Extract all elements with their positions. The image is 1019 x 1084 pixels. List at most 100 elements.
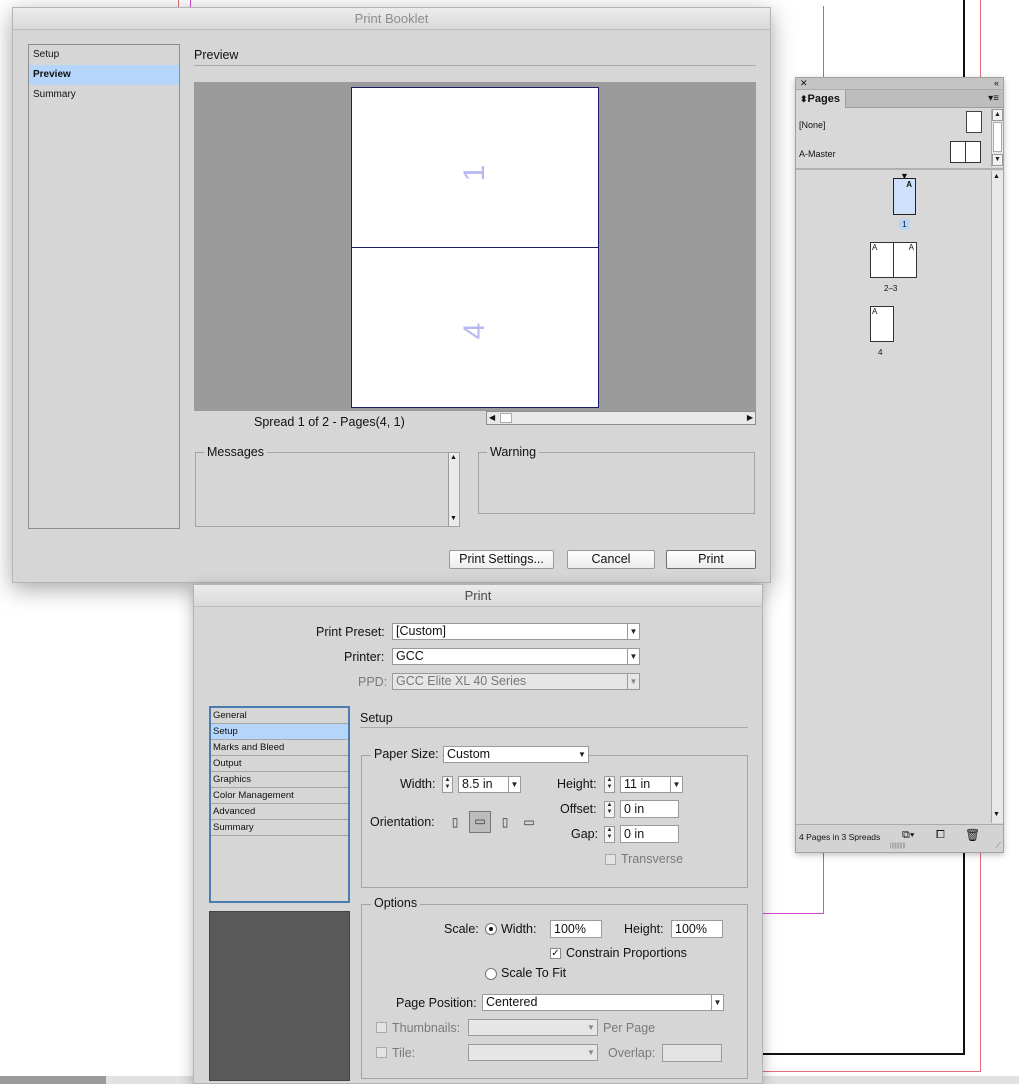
nav-item-advanced[interactable]: Advanced (211, 804, 348, 820)
offset-stepper[interactable]: ▲ ▼ (604, 801, 615, 818)
constrain-proportions-checkbox[interactable]: ✓ (550, 948, 561, 959)
print-dialog: Print Print Preset: [Custom] ▼ Printer: … (193, 584, 763, 1084)
print-nav-list: General Setup Marks and Bleed Output Gra… (209, 706, 350, 903)
page-thumbnail-1[interactable]: A (893, 178, 916, 215)
gap-field[interactable]: 0 in (620, 825, 679, 843)
scroll-down-icon[interactable]: ▼ (450, 515, 457, 522)
chevron-down-icon: ▼ (627, 624, 639, 639)
master-item-a-master[interactable]: A-Master (796, 139, 991, 167)
width-stepper[interactable]: ▲ ▼ (442, 776, 453, 793)
scale-width-field[interactable]: 100% (550, 920, 602, 938)
document-page-edge (963, 0, 965, 80)
document-bleed-line (763, 1071, 981, 1072)
thumbnails-label: Thumbnails: (392, 1021, 461, 1035)
panel-menu-icon[interactable]: ▾≡ (988, 93, 999, 104)
offset-field[interactable]: 0 in (620, 800, 679, 818)
master-name: [None] (799, 120, 826, 130)
edit-page-size-icon[interactable]: ⧉▾ (902, 829, 914, 842)
nav-item-color-management[interactable]: Color Management (211, 788, 348, 804)
messages-label: Messages (204, 445, 267, 459)
gap-label: Gap: (571, 827, 599, 841)
nav-item-summary[interactable]: Summary (211, 820, 348, 836)
gap-stepper[interactable]: ▲ ▼ (604, 826, 615, 843)
page-thumbnail-4[interactable]: A (870, 306, 894, 342)
scroll-thumb[interactable] (500, 413, 512, 423)
page-label: 2–3 (884, 284, 898, 293)
reverse-landscape-icon[interactable]: ▭ (519, 812, 539, 832)
collapse-icon[interactable]: « (994, 78, 999, 88)
nav-item-output[interactable]: Output (211, 756, 348, 772)
tile-checkbox[interactable] (376, 1047, 387, 1058)
printer-value: GCC (396, 649, 424, 663)
page-thumbnail-3[interactable]: A (893, 242, 917, 278)
tab-pages[interactable]: ⬍Pages (796, 90, 846, 108)
warning-label: Warning (487, 445, 540, 459)
height-select[interactable]: 11 in ▼ (620, 776, 683, 793)
scroll-up-icon[interactable]: ▲ (993, 173, 1000, 180)
nav-item-graphics[interactable]: Graphics (211, 772, 348, 788)
nav-item-setup[interactable]: Setup (29, 45, 179, 65)
chevron-down-icon: ▼ (670, 777, 682, 792)
print-preset-select[interactable]: [Custom] ▼ (392, 623, 640, 640)
scale-width-label: Width: (501, 922, 537, 936)
master-name: A-Master (799, 149, 836, 159)
paper-size-label: Paper Size: (371, 747, 442, 761)
scroll-thumb[interactable] (993, 122, 1002, 152)
scroll-up-icon[interactable]: ▲ (450, 454, 457, 461)
paper-size-select[interactable]: Custom ▼ (443, 746, 589, 763)
width-select[interactable]: 8.5 in ▼ (458, 776, 521, 793)
print-settings-button[interactable]: Print Settings... (449, 550, 554, 569)
reverse-portrait-icon[interactable]: ▯ (495, 812, 515, 832)
nav-item-general[interactable]: General (211, 708, 348, 724)
ppd-select[interactable]: GCC Elite XL 40 Series ▼ (392, 673, 640, 690)
scroll-right-icon[interactable]: ▶ (747, 413, 753, 422)
thumbnails-select[interactable]: ▼ (468, 1019, 598, 1036)
page-position-select[interactable]: Centered ▼ (482, 994, 724, 1011)
nav-item-setup[interactable]: Setup (211, 724, 348, 740)
cancel-button[interactable]: Cancel (567, 550, 655, 569)
preview-scrollbar[interactable]: ◀ ▶ (486, 411, 756, 425)
nav-item-preview[interactable]: Preview (29, 65, 179, 85)
scale-height-field[interactable]: 100% (671, 920, 723, 938)
panel-divider[interactable] (796, 168, 1003, 170)
thumbnails-checkbox[interactable] (376, 1022, 387, 1033)
master-thumbnail-left (950, 141, 966, 163)
scale-to-fit-radio[interactable] (485, 968, 497, 980)
scroll-down-icon[interactable]: ▼ (993, 811, 1000, 818)
resize-grip-icon[interactable]: |||||||||| (890, 843, 906, 849)
tile-select[interactable]: ▼ (468, 1044, 598, 1061)
messages-scrollbar[interactable]: ▲ ▼ (448, 453, 459, 526)
delete-page-icon[interactable]: 🗑 (965, 828, 980, 842)
section-divider (194, 65, 756, 66)
overlap-label: Overlap: (608, 1046, 656, 1060)
scale-to-fit-label: Scale To Fit (501, 966, 567, 980)
booklet-nav-list: Setup Preview Summary (28, 44, 180, 529)
scroll-up-icon[interactable]: ▲ (992, 109, 1003, 121)
print-button[interactable]: Print (666, 550, 756, 569)
printer-select[interactable]: GCC ▼ (392, 648, 640, 665)
height-stepper[interactable]: ▲ ▼ (604, 776, 615, 793)
nav-item-marks-and-bleed[interactable]: Marks and Bleed (211, 740, 348, 756)
print-preset-value: [Custom] (396, 624, 447, 638)
nav-item-summary[interactable]: Summary (29, 85, 179, 105)
landscape-icon[interactable]: ▭ (469, 811, 491, 833)
transverse-checkbox[interactable] (605, 854, 616, 865)
scroll-left-icon[interactable]: ◀ (489, 413, 495, 422)
page-thumbnail-2[interactable]: A (870, 242, 894, 278)
corner-grip-icon[interactable]: ⟋ (995, 841, 1001, 851)
overlap-field[interactable] (662, 1044, 722, 1062)
pages-scrollbar[interactable]: ▲ ▼ (991, 171, 1003, 823)
scroll-down-icon[interactable]: ▼ (992, 154, 1003, 166)
document-margin-line (763, 913, 824, 914)
master-item-none[interactable]: [None] (796, 109, 991, 137)
new-page-icon[interactable]: ⧠ (936, 829, 945, 842)
per-page-label: Per Page (603, 1021, 656, 1035)
width-value: 8.5 in (462, 777, 493, 791)
portrait-icon[interactable]: ▯ (445, 812, 465, 832)
masters-scrollbar[interactable]: ▲ ▼ (991, 109, 1003, 167)
scale-width-radio[interactable] (485, 923, 497, 935)
close-icon[interactable]: ✕ (800, 78, 808, 89)
messages-box: Messages ▲ ▼ (195, 445, 460, 527)
page-preview-thumbnail (209, 911, 350, 1081)
horizontal-scrollbar[interactable] (0, 1076, 106, 1084)
